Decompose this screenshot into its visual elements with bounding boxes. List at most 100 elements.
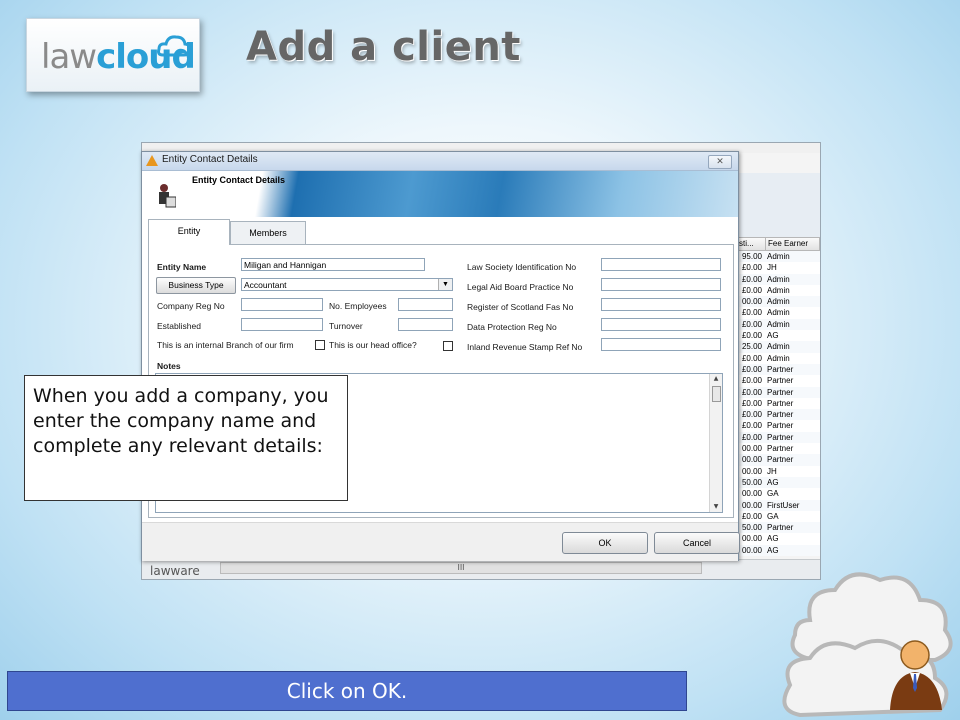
fee-earner-cell: Partner <box>767 376 794 386</box>
entity-name-label: Entity Name <box>157 262 207 272</box>
table-row[interactable]: 00.00 FirstUser <box>736 499 820 511</box>
cost-cell: 00.00 <box>741 545 762 555</box>
tab-members[interactable]: Members <box>230 221 306 244</box>
established-field[interactable] <box>241 318 323 331</box>
scroll-grip: III <box>457 563 465 572</box>
table-row[interactable]: £0.00 Partner <box>736 409 820 421</box>
table-row[interactable]: 00.00 Partner <box>736 454 820 466</box>
company-reg-label: Company Reg No <box>157 301 225 311</box>
fee-earner-cell: Partner <box>767 364 794 374</box>
internal-branch-label: This is an internal Branch of our firm <box>157 340 294 350</box>
fee-earner-cell: Admin <box>767 297 790 307</box>
data-protection-field[interactable] <box>601 318 721 331</box>
cancel-button[interactable]: Cancel <box>654 532 740 554</box>
cost-cell: £0.00 <box>741 274 762 284</box>
fee-earner-cell: AG <box>767 477 779 487</box>
fee-earner-cell: AG <box>767 534 779 544</box>
fee-earner-cell: GA <box>767 489 779 499</box>
cost-cell: 00.00 <box>741 297 762 307</box>
cost-cell: £0.00 <box>741 432 762 442</box>
register-scotland-label: Register of Scotland Fas No <box>467 302 574 312</box>
inland-revenue-label: Inland Revenue Stamp Ref No <box>467 342 583 352</box>
inland-revenue-field[interactable] <box>601 338 721 351</box>
dialog-title: Entity Contact Details <box>162 154 258 165</box>
table-row[interactable]: 00.00 JH <box>736 465 820 477</box>
cost-cell: £0.00 <box>741 364 762 374</box>
fee-earner-cell: Admin <box>767 274 790 284</box>
table-row[interactable]: 50.00 AG <box>736 476 820 489</box>
chevron-down-icon[interactable]: ▼ <box>438 279 452 290</box>
scroll-down-icon[interactable]: ▼ <box>710 502 722 512</box>
table-row[interactable]: £0.00 Partner <box>736 375 820 387</box>
fee-earner-cell: Partner <box>767 387 794 397</box>
table-row[interactable]: 00.00 GA <box>736 488 820 500</box>
table-row[interactable]: £0.00 Partner <box>736 420 820 432</box>
logo-part-law: law <box>41 37 97 77</box>
table-row[interactable]: £0.00 Admin <box>736 284 820 297</box>
column-header[interactable]: Fee Earner <box>766 238 808 250</box>
table-row[interactable]: £0.00 Partner <box>736 386 820 398</box>
fee-earner-cell: JH <box>767 466 777 476</box>
person-at-desk-icon <box>159 184 176 208</box>
scroll-up-icon[interactable]: ▲ <box>710 374 722 384</box>
table-row[interactable]: £0.00 Partner <box>736 431 820 444</box>
business-type-select[interactable]: Accountant ▼ <box>241 278 453 291</box>
internal-branch-checkbox[interactable] <box>315 340 325 350</box>
notes-scrollbar[interactable]: ▲ ▼ <box>709 374 722 512</box>
table-row[interactable]: £0.00 Admin <box>736 352 820 364</box>
table-row[interactable]: £0.00 Admin <box>736 273 820 285</box>
column-header[interactable]: sti... <box>737 238 766 250</box>
cost-cell: £0.00 <box>741 376 762 386</box>
cost-cell: 00.00 <box>741 500 762 510</box>
instruction-bar: Click on OK. <box>7 671 687 711</box>
table-row[interactable]: 25.00 Admin <box>736 341 820 353</box>
cost-cell: £0.00 <box>741 285 762 295</box>
table-row[interactable]: £0.00 Partner <box>736 397 820 410</box>
fee-earner-cell: AG <box>767 331 779 341</box>
fee-earner-cell: Admin <box>767 342 790 352</box>
entity-name-field[interactable]: Miligan and Hannigan <box>241 258 425 271</box>
table-row[interactable]: £0.00 Admin <box>736 307 820 319</box>
table-row[interactable]: £0.00 JH <box>736 262 820 274</box>
fee-earner-cell: Partner <box>767 398 794 408</box>
table-row[interactable]: 95.00 Admin <box>736 251 820 263</box>
cloud-person-illustration <box>782 572 953 718</box>
table-row[interactable]: 50.00 Partner <box>736 522 820 534</box>
employees-field[interactable] <box>398 298 453 311</box>
cost-cell: £0.00 <box>741 511 762 521</box>
cost-cell: £0.00 <box>741 421 762 431</box>
table-row[interactable]: 00.00 AG <box>736 544 820 557</box>
head-office-checkbox[interactable] <box>443 341 453 351</box>
table-row[interactable]: 00.00 Admin <box>736 296 820 308</box>
fee-earner-cell: Partner <box>767 421 794 431</box>
horizontal-scrollbar[interactable]: III <box>220 562 702 574</box>
cloud-logo-icon <box>157 35 192 57</box>
dialog-banner: Entity Contact Details <box>142 171 738 217</box>
close-button[interactable]: ✕ <box>708 155 732 169</box>
tab-entity[interactable]: Entity <box>148 219 230 245</box>
table-row[interactable]: £0.00 GA <box>736 510 820 523</box>
table-row[interactable]: £0.00 AG <box>736 330 820 342</box>
register-scotland-field[interactable] <box>601 298 721 311</box>
cost-cell: £0.00 <box>741 387 762 397</box>
table-header: sti... Fee Earner <box>736 237 820 251</box>
scroll-thumb[interactable] <box>712 386 721 402</box>
table-row[interactable]: 00.00 AG <box>736 533 820 545</box>
company-reg-field[interactable] <box>241 298 323 311</box>
app-statusbar: lawware III <box>142 559 820 579</box>
business-type-button[interactable]: Business Type <box>156 277 236 294</box>
dialog-titlebar[interactable]: Entity Contact Details ✕ <box>142 152 738 171</box>
legal-aid-field[interactable] <box>601 278 721 291</box>
fee-earner-cell: Admin <box>767 353 790 363</box>
cost-cell: 00.00 <box>741 489 762 499</box>
close-icon: ✕ <box>716 157 724 167</box>
ok-button[interactable]: OK <box>562 532 648 554</box>
table-row[interactable]: 00.00 Partner <box>736 443 820 455</box>
cost-cell: £0.00 <box>741 410 762 420</box>
table-row[interactable]: £0.00 Admin <box>736 318 820 331</box>
turnover-field[interactable] <box>398 318 453 331</box>
employees-label: No. Employees <box>329 301 387 311</box>
law-society-field[interactable] <box>601 258 721 271</box>
cost-cell: 50.00 <box>741 523 762 533</box>
table-row[interactable]: £0.00 Partner <box>736 363 820 376</box>
